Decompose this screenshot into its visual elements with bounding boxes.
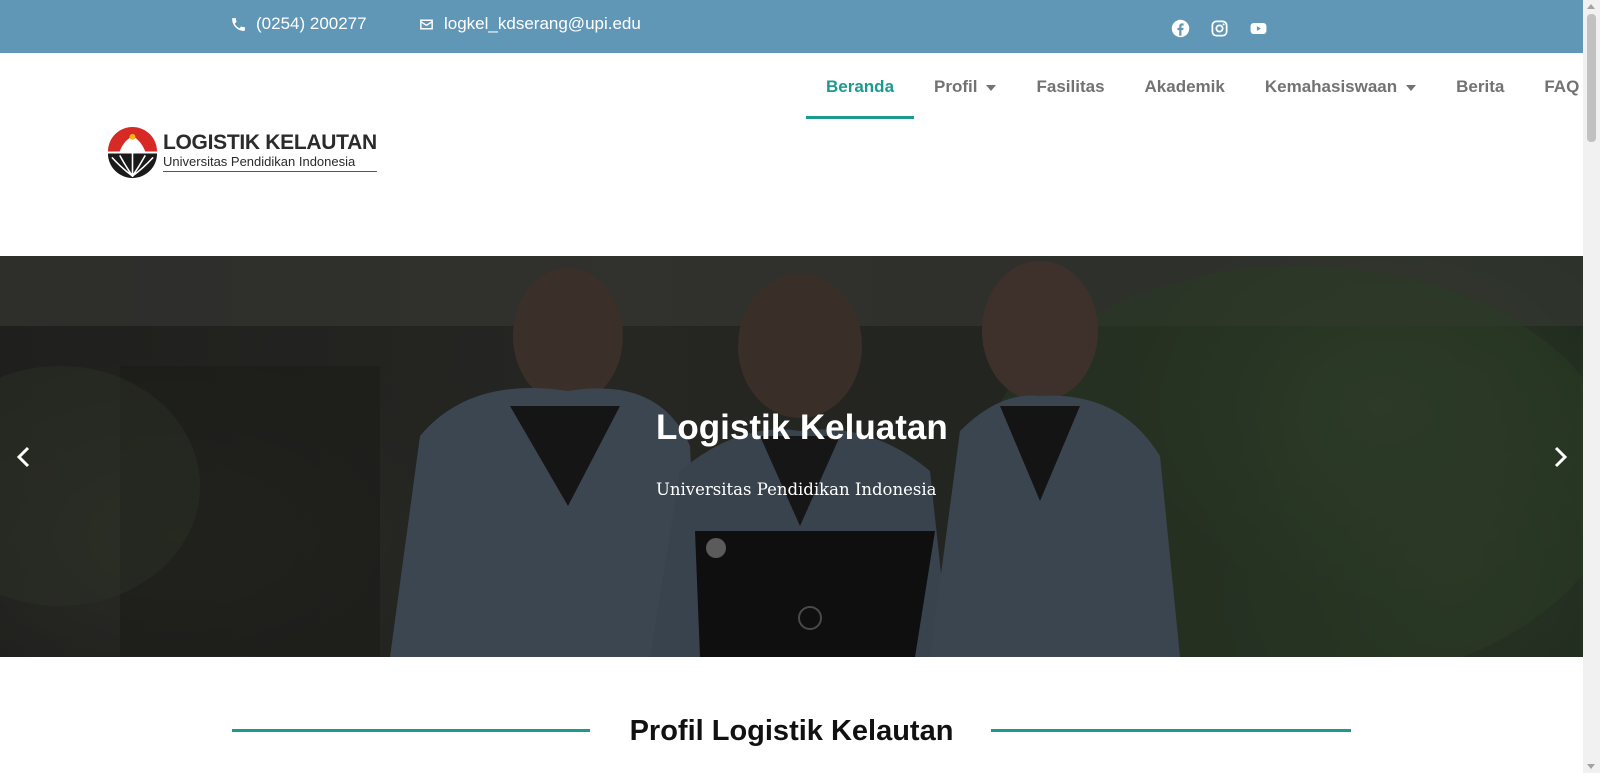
facebook-link[interactable] [1169, 17, 1191, 39]
facebook-icon [1171, 19, 1189, 37]
chevron-left-icon [16, 446, 30, 468]
hero-slider: Logistik Keluatan Universitas Pendidikan… [0, 256, 1583, 657]
logo-text: LOGISTIK KELAUTAN Universitas Pendidikan… [163, 130, 377, 172]
youtube-link[interactable] [1247, 17, 1269, 39]
youtube-icon [1250, 22, 1266, 34]
envelope-icon [420, 19, 433, 29]
slider-prev-button[interactable] [12, 439, 36, 475]
instagram-icon [1211, 20, 1227, 36]
hero-title: Logistik Keluatan [656, 408, 948, 447]
nav-label: Kemahasiswaan [1264, 77, 1398, 96]
nav-item-kemahasiswaan[interactable]: Kemahasiswaan [1245, 75, 1436, 119]
nav-label: Profil [934, 77, 978, 96]
nav-label: FAQ [1544, 77, 1580, 96]
nav-item-berita[interactable]: Berita [1436, 75, 1524, 119]
main-nav: Beranda Profil Fasilitas Akademik Kemaha… [806, 75, 1599, 119]
contact-phone[interactable]: (0254) 200277 [230, 14, 367, 34]
site-logo[interactable]: LOGISTIK KELAUTAN Universitas Pendidikan… [106, 125, 377, 178]
scroll-down-icon[interactable] [1587, 764, 1595, 769]
site-header: Beranda Profil Fasilitas Akademik Kemaha… [0, 53, 1583, 256]
top-bar: (0254) 200277 logkel_kdserang@upi.edu [0, 0, 1583, 53]
email-address: logkel_kdserang@upi.edu [444, 14, 641, 33]
slider-next-button[interactable] [1548, 439, 1572, 475]
page-scrollbar[interactable] [1583, 0, 1600, 773]
scrollbar-thumb[interactable] [1587, 14, 1596, 142]
nav-item-fasilitas[interactable]: Fasilitas [1016, 75, 1124, 119]
scroll-up-icon[interactable] [1587, 4, 1595, 9]
nav-label: Fasilitas [1036, 77, 1105, 96]
nav-label: Beranda [826, 77, 895, 96]
nav-item-beranda[interactable]: Beranda [806, 75, 915, 119]
instagram-link[interactable] [1208, 17, 1230, 39]
logo-title: LOGISTIK KELAUTAN [163, 130, 377, 154]
chevron-right-icon [1554, 446, 1568, 468]
logo-subtitle: Universitas Pendidikan Indonesia [163, 154, 377, 172]
caret-down-icon [986, 85, 997, 91]
nav-label: Akademik [1144, 77, 1225, 96]
hero-photo [0, 256, 1583, 657]
nav-item-profil[interactable]: Profil [914, 75, 1016, 119]
caret-down-icon [1406, 85, 1417, 91]
nav-item-akademik[interactable]: Akademik [1125, 75, 1245, 119]
phone-icon [232, 17, 245, 31]
nav-label: Berita [1456, 77, 1505, 96]
upi-emblem-icon [107, 126, 158, 178]
section-divider-right [991, 729, 1351, 732]
hero-subtitle: Universitas Pendidikan Indonesia [656, 480, 937, 499]
phone-number: (0254) 200277 [256, 14, 367, 33]
contact-email[interactable]: logkel_kdserang@upi.edu [418, 14, 641, 34]
